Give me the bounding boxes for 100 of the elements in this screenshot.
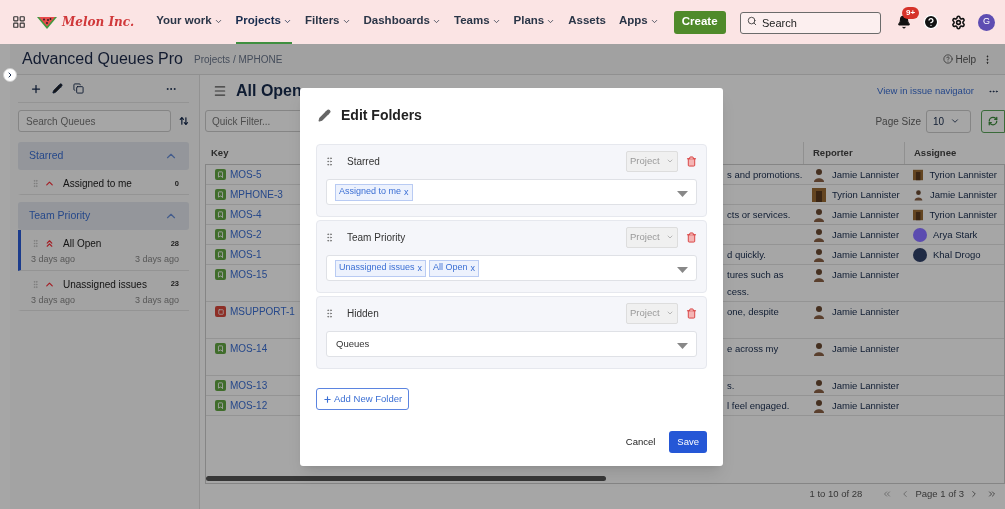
remove-chip-button[interactable]: x xyxy=(470,263,476,273)
nav-menu-item[interactable]: Filters xyxy=(305,0,351,44)
issue-key-link[interactable]: MOS-15 xyxy=(230,269,268,280)
updated-time: 3 days ago xyxy=(134,253,179,266)
notifications-bell-icon[interactable] xyxy=(897,15,911,29)
issue-key-link[interactable]: MOS-1 xyxy=(230,249,262,260)
summary-text: cts or services. xyxy=(727,209,792,220)
help-icon[interactable] xyxy=(923,14,939,30)
chevron-down-icon xyxy=(666,233,674,241)
summary-text: d quickly. xyxy=(727,249,767,260)
queue-name: Unassigned issues xyxy=(63,277,147,292)
menu-icon[interactable] xyxy=(213,84,227,98)
queue-multiselect[interactable]: Queues xyxy=(326,331,697,357)
updated-time: 3 days ago xyxy=(134,293,179,307)
story-icon xyxy=(215,169,226,180)
chip-label: All Open xyxy=(433,261,468,275)
dropdown-caret-icon[interactable] xyxy=(677,343,688,349)
nav-menu-item[interactable]: Plans xyxy=(513,0,556,44)
refresh-button[interactable] xyxy=(981,109,1005,133)
drag-handle-icon[interactable] xyxy=(31,239,40,248)
dropdown-caret-icon[interactable] xyxy=(677,267,688,273)
chevron-down-icon xyxy=(950,116,961,126)
issue-key-link[interactable]: MOS-14 xyxy=(230,343,268,354)
scope-select[interactable]: Project xyxy=(626,150,678,172)
issue-key-link[interactable]: MPHONE-3 xyxy=(230,189,283,200)
issue-key-link[interactable]: MSUPPORT-1 xyxy=(230,306,295,317)
summary-text: s. xyxy=(727,380,736,391)
person-avatar-icon xyxy=(812,248,826,263)
search-queues-field[interactable]: Search Queues xyxy=(18,110,172,132)
person-avatar-icon xyxy=(812,342,826,357)
save-button[interactable]: Save xyxy=(669,431,707,453)
edit-icon[interactable] xyxy=(52,83,63,94)
search-field[interactable]: Search xyxy=(740,12,881,34)
drag-handle-icon[interactable] xyxy=(324,307,335,319)
person-avatar-icon xyxy=(812,268,826,283)
person-name: Jamie Lannister xyxy=(832,342,900,356)
issue-key-link[interactable]: MOS-4 xyxy=(230,209,262,220)
queue-title: All Open xyxy=(236,81,302,101)
horizontal-scrollbar[interactable] xyxy=(206,476,606,481)
remove-chip-button[interactable]: x xyxy=(417,263,423,273)
support-icon xyxy=(215,306,226,317)
drag-handle-icon[interactable] xyxy=(31,279,40,289)
nav-menu-item[interactable]: Your work xyxy=(156,0,223,44)
scope-select[interactable]: Project xyxy=(626,302,678,324)
app-switcher-icon[interactable] xyxy=(12,15,26,29)
notification-count-badge: 9+ xyxy=(902,7,920,19)
delete-icon[interactable] xyxy=(686,231,697,243)
copy-icon[interactable] xyxy=(73,83,84,94)
sort-icon[interactable] xyxy=(179,116,189,126)
logo-text[interactable]: Melon Inc. xyxy=(62,13,135,31)
page-size-select[interactable]: 10 xyxy=(926,109,971,133)
cancel-button[interactable]: Cancel xyxy=(623,434,658,450)
help-icon xyxy=(943,54,954,64)
folder-name: Hidden xyxy=(347,306,379,321)
column-header[interactable]: Reporter xyxy=(803,142,904,164)
person-name: Tyrion Lannister xyxy=(929,168,997,182)
delete-icon[interactable] xyxy=(686,307,697,319)
drag-handle-icon[interactable] xyxy=(324,231,335,243)
issue-key-link[interactable]: MOS-12 xyxy=(230,400,268,411)
page-indicator: Page 1 of 3 xyxy=(915,486,964,501)
help-link[interactable]: Help xyxy=(943,51,976,67)
user-avatar[interactable]: G xyxy=(978,13,995,31)
watermelon-logo-icon xyxy=(36,14,58,30)
page-size-label: Page Size xyxy=(875,114,921,129)
remove-chip-button[interactable]: x xyxy=(404,187,409,197)
issue-navigator-link[interactable]: View in issue navigator xyxy=(877,83,974,99)
breadcrumb[interactable]: Projects / MPHONE xyxy=(194,51,283,67)
next-page-icon[interactable] xyxy=(969,489,979,499)
last-page-icon[interactable] xyxy=(987,489,997,499)
dropdown-caret-icon[interactable] xyxy=(677,191,688,197)
story-icon xyxy=(215,189,226,200)
folder-header[interactable]: Team Priority xyxy=(18,202,189,230)
nav-menu-item[interactable]: Apps xyxy=(619,0,659,44)
chevron-right-icon xyxy=(6,71,14,79)
person-name: Jamie Lannister xyxy=(832,208,900,222)
issue-key-link[interactable]: MOS-13 xyxy=(230,380,268,391)
issue-key-link[interactable]: MOS-2 xyxy=(230,229,262,240)
refresh-icon xyxy=(988,116,998,126)
create-button[interactable]: Create xyxy=(673,10,726,34)
queue-multiselect[interactable]: Unassigned issues x All Open x xyxy=(326,255,697,281)
scope-select[interactable]: Project xyxy=(626,226,678,248)
drag-handle-icon[interactable] xyxy=(31,179,40,188)
story-icon xyxy=(215,249,226,260)
folder-header[interactable]: Starred xyxy=(18,142,189,170)
drag-handle-icon[interactable] xyxy=(324,155,335,167)
queue-multiselect[interactable]: Assigned to me x xyxy=(326,179,697,205)
story-icon xyxy=(215,229,226,240)
nav-menu-item[interactable]: Assets xyxy=(568,0,606,44)
nav-menu-item[interactable]: Teams xyxy=(454,0,501,44)
delete-icon[interactable] xyxy=(686,155,697,167)
search-icon xyxy=(747,16,757,26)
person-name: Jamie Lannister xyxy=(832,248,900,262)
issue-key-link[interactable]: MOS-5 xyxy=(230,169,262,180)
add-new-folder-button[interactable]: Add New Folder xyxy=(316,388,410,410)
person-avatar-icon xyxy=(913,188,924,203)
person-avatar-icon xyxy=(812,305,826,320)
column-header[interactable]: Assignee xyxy=(904,142,997,164)
add-icon[interactable] xyxy=(30,82,42,95)
settings-icon[interactable] xyxy=(951,14,966,30)
nav-menu-item[interactable]: Dashboards xyxy=(363,0,441,44)
